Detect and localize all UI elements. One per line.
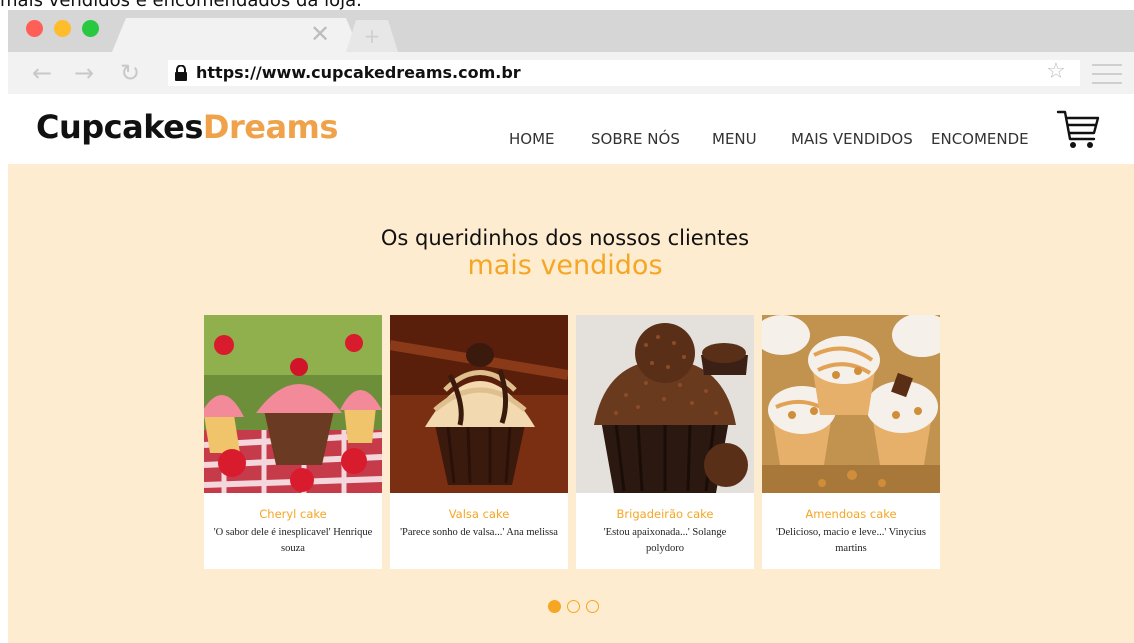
logo-text-dreams: Dreams <box>202 108 339 146</box>
section-title: Os queridinhos dos nossos clientes <box>380 226 750 250</box>
site-header: CupcakesDreams HOME SOBRE NÓS MENU MAIS … <box>8 94 1134 164</box>
section-subtitle: mais vendidos <box>467 250 663 281</box>
forward-button[interactable]: → <box>70 60 98 86</box>
product-image-chocolate-cupcake <box>390 315 568 493</box>
star-icon[interactable]: ☆ <box>1044 60 1068 84</box>
product-card[interactable]: Amendoas cake 'Delicioso, macio e leve..… <box>762 315 940 569</box>
address-bar[interactable]: https://www.cupcakedreams.com.br <box>168 60 1080 86</box>
logo-text-cupcakes: Cupcakes <box>36 108 203 146</box>
product-name: Valsa cake <box>448 507 510 521</box>
nav-home[interactable]: HOME <box>509 130 555 148</box>
browser-window-chrome: ✕ + ← → ↻ https://www.cupcakedreams.com.… <box>8 10 1134 94</box>
menu-icon[interactable] <box>1092 64 1122 84</box>
browser-toolbar: ← → ↻ https://www.cupcakedreams.com.br ☆ <box>8 52 1134 94</box>
product-name: Brigadeirão cake <box>616 507 714 521</box>
product-review: 'O sabor dele é inesplicavel' Henrique s… <box>213 527 373 554</box>
close-icon[interactable]: ✕ <box>308 22 332 46</box>
site-logo[interactable]: CupcakesDreams <box>36 108 338 146</box>
reload-button[interactable]: ↻ <box>116 60 144 86</box>
url-text[interactable]: https://www.cupcakedreams.com.br <box>196 63 521 82</box>
product-review: 'Parece sonho de valsa...' Ana melissa <box>400 527 558 538</box>
back-button[interactable]: ← <box>28 60 56 86</box>
product-carousel: Cheryl cake 'O sabor dele é inesplicavel… <box>204 315 944 569</box>
nav-menu[interactable]: MENU <box>712 130 757 148</box>
best-sellers-section: Os queridinhos dos nossos clientes mais … <box>8 164 1134 643</box>
window-zoom-button[interactable] <box>82 20 99 37</box>
window-minimize-button[interactable] <box>54 20 71 37</box>
plus-icon[interactable]: + <box>360 24 384 48</box>
carousel-dot-1[interactable] <box>548 600 561 613</box>
carousel-pagination <box>548 600 608 614</box>
product-name: Cheryl cake <box>259 507 327 521</box>
nav-encomende[interactable]: ENCOMENDE <box>931 130 1029 148</box>
product-card[interactable]: Brigadeirão cake 'Estou apaixonada...' S… <box>576 315 754 569</box>
shopping-cart-icon[interactable] <box>1056 108 1100 152</box>
nav-sobre-nos[interactable]: SOBRE NÓS <box>591 130 680 148</box>
product-image-brigadeiro-cupcake <box>576 315 754 493</box>
product-card[interactable]: Valsa cake 'Parece sonho de valsa...' An… <box>390 315 568 569</box>
carousel-dot-2[interactable] <box>567 600 580 613</box>
lock-icon <box>175 65 187 81</box>
window-close-button[interactable] <box>26 20 43 37</box>
product-review: 'Delicioso, macio e leve...' Vinycius ma… <box>776 527 926 554</box>
nav-mais-vendidos[interactable]: MAIS VENDIDOS <box>791 130 913 148</box>
product-image-strawberry-cupcake <box>204 315 382 493</box>
product-review: 'Estou apaixonada...' Solange polydoro <box>603 527 727 554</box>
product-name: Amendoas cake <box>805 507 897 521</box>
product-image-almond-cupcake <box>762 315 940 493</box>
product-card[interactable]: Cheryl cake 'O sabor dele é inesplicavel… <box>204 315 382 569</box>
top-caption: mais vendidos e encomendados da loja. <box>0 0 1134 10</box>
carousel-dot-3[interactable] <box>586 600 599 613</box>
